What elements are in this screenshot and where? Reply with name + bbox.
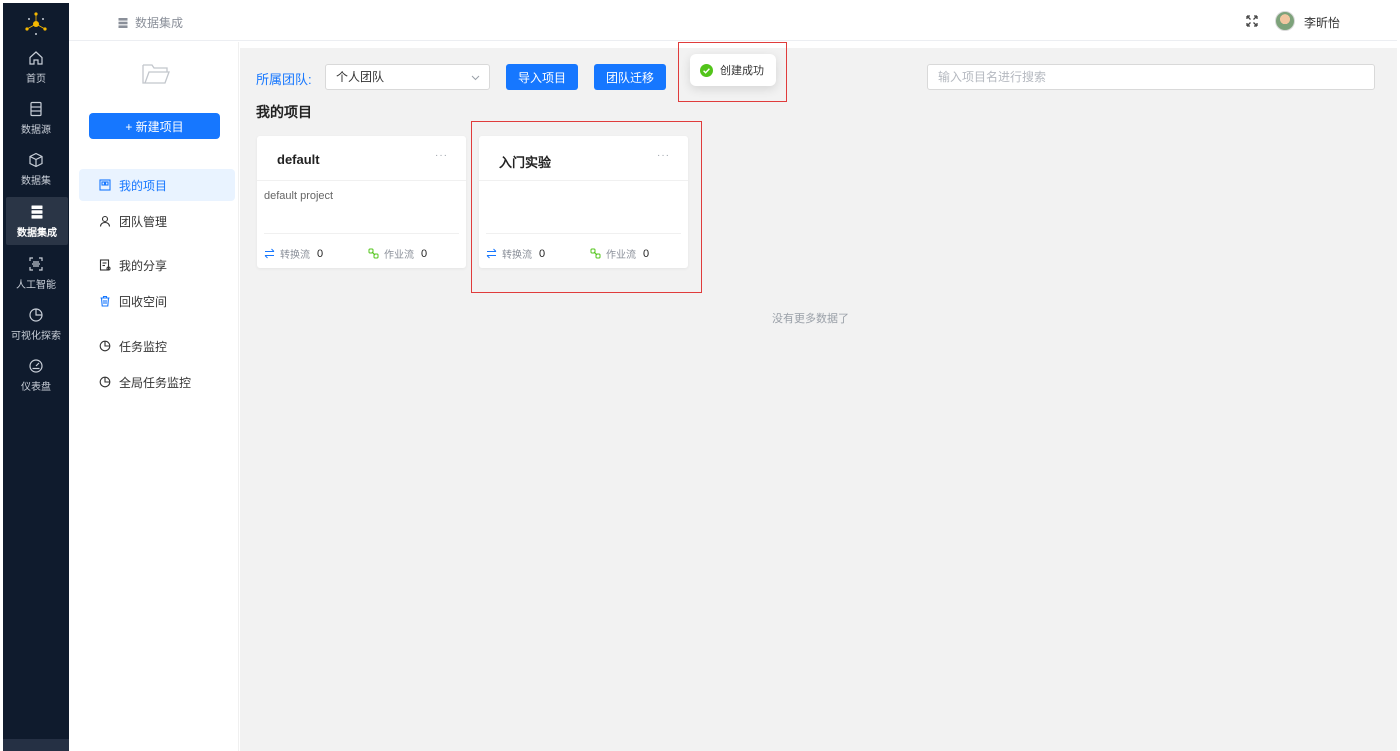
user-icon <box>99 215 111 227</box>
nav-label: 可视化探索 <box>11 330 61 342</box>
fullscreen-button[interactable] <box>1244 13 1260 29</box>
nav-item-dataset[interactable]: 数据集 <box>3 145 69 193</box>
card-title: default <box>277 152 320 167</box>
trash-icon <box>100 295 110 307</box>
nav-item-visual[interactable]: 可视化探索 <box>3 300 69 348</box>
team-migrate-button[interactable]: 团队迁移 <box>594 64 666 90</box>
card-header: 入门实验 ··· <box>479 136 688 181</box>
home-icon <box>29 50 43 65</box>
project-search-input[interactable] <box>927 64 1375 90</box>
nav-item-datasource[interactable]: 数据源 <box>3 94 69 142</box>
nav-item-home[interactable]: 首页 <box>3 43 69 91</box>
main-nav: 首页 数据源 数据集 数据集成 人工智能 可视化探索 仪表盘 <box>3 3 69 751</box>
team-select-value: 个人团队 <box>336 70 385 84</box>
transform-label: 转换流 <box>502 250 532 261</box>
sidebar-item-share[interactable]: 我的分享 <box>79 249 235 281</box>
breadcrumb: 数据集成 <box>117 14 183 31</box>
job-label: 作业流 <box>384 250 414 261</box>
folder-icon <box>142 64 170 84</box>
username[interactable]: 李昕怡 <box>1304 14 1340 31</box>
chevron-down-icon <box>471 75 480 81</box>
toast-message: 创建成功 <box>720 65 764 77</box>
sidebar-item-team[interactable]: 团队管理 <box>79 205 235 237</box>
app-window: 首页 数据源 数据集 数据集成 人工智能 可视化探索 仪表盘 数据集成 李昕怡 … <box>0 0 1400 751</box>
card-description: default project <box>264 190 334 202</box>
nav-label: 数据集成 <box>17 227 57 239</box>
sidebar-item-label: 我的分享 <box>119 258 168 273</box>
job-count: 0 <box>643 247 650 260</box>
avatar[interactable] <box>1275 11 1295 31</box>
section-title: 我的项目 <box>256 104 312 120</box>
transform-count: 0 <box>539 247 546 260</box>
link-icon <box>590 248 601 259</box>
team-select[interactable]: 个人团队 <box>325 64 490 90</box>
check-circle-icon <box>700 63 713 77</box>
transform-count: 0 <box>317 247 324 260</box>
transform-label: 转换流 <box>280 250 310 261</box>
job-stat: 作业流 0 <box>368 246 427 261</box>
app-logo[interactable] <box>3 7 69 41</box>
card-divider <box>264 233 459 234</box>
share-doc-icon <box>99 259 111 271</box>
link-icon <box>368 248 379 259</box>
nav-label: 数据源 <box>21 124 51 136</box>
swap-icon <box>264 248 275 259</box>
card-header: default ··· <box>257 136 466 181</box>
sidebar-item-label: 我的项目 <box>119 178 168 193</box>
server-icon <box>118 17 128 28</box>
sidebar-item-label: 回收空间 <box>119 294 168 309</box>
scan-icon <box>29 256 43 271</box>
more-icon[interactable]: ··· <box>435 150 448 161</box>
main-content: 所属团队: 个人团队 导入项目 团队迁移 我的项目 default ··· de… <box>240 48 1397 751</box>
success-toast: 创建成功 <box>690 54 776 86</box>
transform-stat: 转换流 0 <box>264 246 323 261</box>
import-project-button[interactable]: 导入项目 <box>506 64 578 90</box>
more-icon[interactable]: ··· <box>657 150 670 161</box>
project-card-default[interactable]: default ··· default project 转换流 0 作业流 0 <box>257 136 466 268</box>
sidebar-item-trash[interactable]: 回收空间 <box>79 285 235 317</box>
nav-label: 仪表盘 <box>21 381 51 393</box>
pie-icon <box>29 307 43 322</box>
breadcrumb-label: 数据集成 <box>135 16 184 30</box>
job-count: 0 <box>421 247 428 260</box>
nav-collapse-handle[interactable] <box>3 739 69 751</box>
database-icon <box>30 101 42 116</box>
swap-icon <box>486 248 497 259</box>
server-icon <box>31 205 43 219</box>
monitor-pie-icon <box>99 376 111 388</box>
fullscreen-icon <box>1246 15 1258 27</box>
project-sidebar: + 新建项目 我的项目 团队管理 我的分享 回收空间 任务监控 全局任务监控 <box>69 42 239 751</box>
cube-icon <box>29 152 43 167</box>
new-project-button[interactable]: + 新建项目 <box>89 113 220 139</box>
card-divider <box>486 233 681 234</box>
sidebar-item-global-monitor[interactable]: 全局任务监控 <box>79 366 235 398</box>
no-more-data-text: 没有更多数据了 <box>772 313 849 325</box>
nav-label: 数据集 <box>21 175 51 187</box>
sidebar-item-label: 任务监控 <box>119 339 168 354</box>
top-bar: 数据集成 李昕怡 <box>69 3 1397 41</box>
nav-label: 人工智能 <box>16 279 56 291</box>
logo-icon <box>25 12 47 35</box>
nav-item-dashboard[interactable]: 仪表盘 <box>3 351 69 399</box>
project-card-intro[interactable]: 入门实验 ··· 转换流 0 作业流 0 <box>479 136 688 268</box>
nav-item-ai[interactable]: 人工智能 <box>3 249 69 297</box>
team-label: 所属团队: <box>256 72 312 87</box>
transform-stat: 转换流 0 <box>486 246 545 261</box>
sidebar-item-label: 全局任务监控 <box>119 375 192 390</box>
sidebar-item-task-monitor[interactable]: 任务监控 <box>79 330 235 362</box>
sidebar-item-my-projects[interactable]: 我的项目 <box>79 169 235 201</box>
job-stat: 作业流 0 <box>590 246 649 261</box>
nav-label: 首页 <box>26 73 46 85</box>
gauge-icon <box>29 358 43 373</box>
monitor-pie-icon <box>99 340 111 352</box>
nav-item-integration[interactable]: 数据集成 <box>6 197 68 245</box>
project-icon <box>99 179 111 191</box>
card-title: 入门实验 <box>499 155 552 170</box>
job-label: 作业流 <box>606 250 636 261</box>
sidebar-item-label: 团队管理 <box>119 214 168 229</box>
